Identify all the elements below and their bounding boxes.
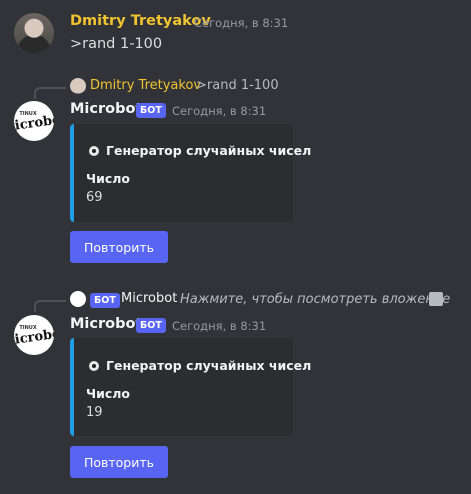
reply-author[interactable]: Microbot (121, 291, 177, 306)
repeat-button[interactable]: Повторить (70, 231, 168, 263)
image-icon (429, 292, 443, 306)
message-author[interactable]: Dmitry Tretyakov (70, 13, 211, 29)
message-text: >rand 1-100 (70, 36, 163, 52)
embed-field-name: Число (86, 386, 131, 401)
bot-avatar[interactable]: TINUX microbot (14, 315, 54, 355)
reply-bot-badge: БОТ (90, 293, 120, 308)
bot-badge: БОТ (136, 318, 166, 333)
reply-avatar[interactable] (70, 78, 86, 94)
message-author[interactable]: Microbot (70, 316, 142, 332)
message-timestamp: Сегодня, в 8:31 (194, 16, 289, 30)
reply-connector (34, 300, 66, 312)
embed-author-icon (89, 146, 99, 156)
reply-text[interactable]: Нажмите, чтобы посмотреть вложение (180, 292, 450, 307)
reply-avatar[interactable] (70, 291, 86, 307)
message-author[interactable]: Microbot (70, 101, 142, 117)
embed-title: Генератор случайных чисел (106, 358, 312, 373)
reply-connector (34, 87, 66, 99)
embed-author-icon (89, 361, 99, 371)
embed-field-name: Число (86, 171, 131, 186)
bot-avatar[interactable]: TINUX microbot (14, 101, 54, 141)
embed-title: Генератор случайных чисел (106, 143, 312, 158)
reply-author[interactable]: Dmitry Tretyakov (90, 78, 201, 93)
embed-field-value: 69 (86, 190, 103, 205)
user-avatar[interactable] (14, 13, 54, 53)
repeat-button[interactable]: Повторить (70, 446, 168, 478)
embed-field-value: 19 (86, 405, 103, 420)
message-timestamp: Сегодня, в 8:31 (172, 319, 267, 333)
message-timestamp: Сегодня, в 8:31 (172, 104, 267, 118)
reply-text[interactable]: >rand 1-100 (196, 78, 279, 93)
bot-badge: БОТ (136, 103, 166, 118)
